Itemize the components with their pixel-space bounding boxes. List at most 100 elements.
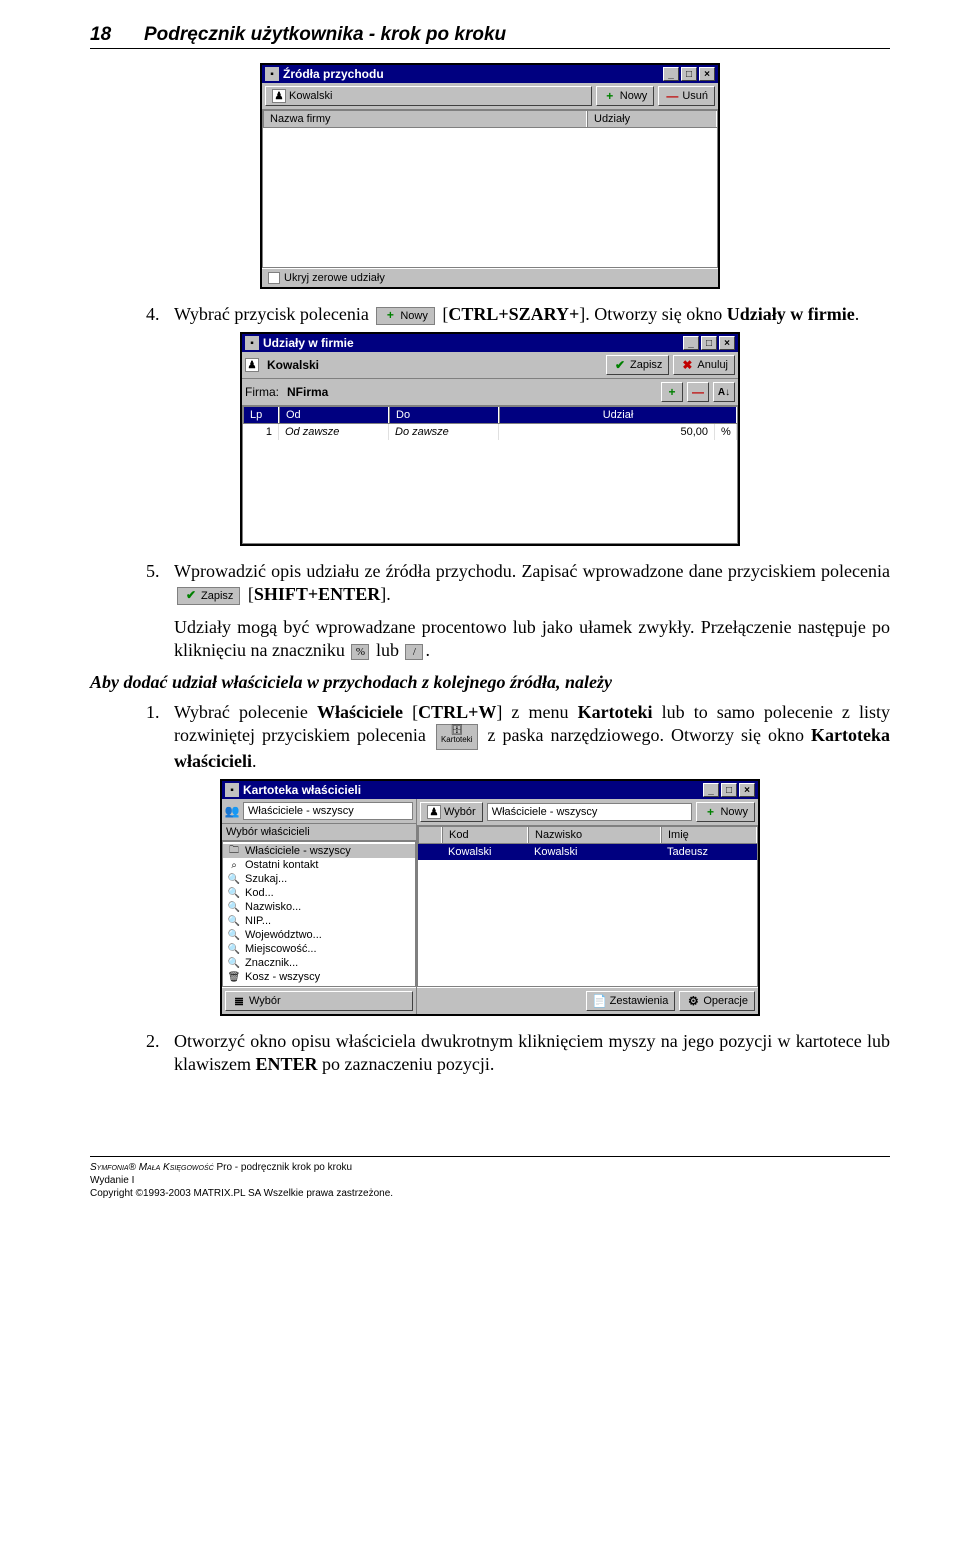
grid-body[interactable]: 1 Od zawsze Do zawsze 50,00 %: [242, 424, 738, 544]
plus-icon: +: [603, 89, 617, 103]
maximize-button[interactable]: □: [721, 783, 737, 797]
window-zrodla-przychodu: ▪ Źródła przychodu _ □ × ♟ Kowalski + No…: [260, 63, 720, 289]
search-icon: 🔍: [227, 957, 241, 969]
hide-zero-label: Ukryj zerowe udziały: [284, 272, 385, 284]
window-title: Źródła przychodu: [283, 67, 384, 81]
check-icon: ✔: [613, 358, 627, 372]
owner-selector[interactable]: ♟ Kowalski: [265, 86, 592, 106]
minus-icon: —: [692, 385, 704, 399]
right-group-field[interactable]: Właściciele - wszyscy: [487, 803, 693, 821]
header-title: Podręcznik użytkownika - krok po kroku: [144, 24, 506, 46]
search-icon: 🔍: [227, 915, 241, 927]
grid-header: Nazwa firmy Udziały: [262, 110, 718, 128]
delete-button[interactable]: — Usuń: [658, 86, 715, 106]
titlebar: ▪ Źródła przychodu _ □ ×: [262, 65, 718, 83]
wybor-button[interactable]: ≣ Wybór: [225, 991, 413, 1011]
minimize-button[interactable]: _: [683, 336, 699, 350]
tree-item[interactable]: 🔍Znacznik...: [223, 956, 415, 970]
right-new-button[interactable]: + Nowy: [696, 802, 755, 822]
col-do: Do: [389, 407, 499, 423]
percent-toggle[interactable]: %: [715, 424, 737, 440]
percent-icon: %: [351, 644, 369, 660]
col-nazwisko: Nazwisko: [528, 827, 661, 843]
step-5: 5. Wprowadzić opis udziału ze źródła prz…: [146, 560, 890, 606]
col-lp: Lp: [243, 407, 279, 423]
right-wybor-button[interactable]: ♟ Wybór: [420, 802, 483, 822]
step-4: 4. Wybrać przycisk polecenia + Nowy [CTR…: [146, 303, 890, 326]
search-icon: ⌕: [227, 859, 241, 871]
inline-new-button: + Nowy: [376, 307, 435, 325]
step-2b: 2. Otworzyć okno opisu właściciela dwukr…: [146, 1030, 890, 1076]
zestawienia-button[interactable]: 📄 Zestawienia: [586, 991, 676, 1011]
titlebar: ▪ Udziały w firmie _ □ ×: [242, 334, 738, 352]
grid-header: Lp Od Do Udział: [242, 406, 738, 424]
window-title: Kartoteka właścicieli: [243, 783, 361, 797]
col-imie: Imię: [661, 827, 757, 843]
maximize-button[interactable]: □: [701, 336, 717, 350]
tree-item[interactable]: ⌕Ostatni kontakt: [223, 858, 415, 872]
folder-icon: 🗀: [227, 845, 241, 857]
close-button[interactable]: ×: [699, 67, 715, 81]
note-block: Udziały mogą być wprowadzane procentowo …: [174, 616, 890, 662]
sort-button[interactable]: A↓: [713, 382, 735, 402]
page-footer: Symfonia® Mała Księgowość Pro - podręczn…: [90, 1156, 890, 1200]
col-blank: [418, 827, 442, 843]
operacje-button[interactable]: ⚙ Operacje: [679, 991, 755, 1011]
gear-icon: ⚙: [686, 994, 700, 1008]
trash-icon: 🗑: [227, 971, 241, 983]
search-icon: 🔍: [227, 943, 241, 955]
col-shares: Udziały: [587, 111, 717, 127]
list-icon: ≣: [232, 994, 246, 1008]
new-button[interactable]: + Nowy: [596, 86, 655, 106]
tree-item[interactable]: 🗀Właściciele - wszyscy: [223, 844, 415, 858]
firma-label: Firma:: [245, 385, 279, 399]
plus-icon: +: [703, 805, 717, 819]
owner-name: Kowalski: [263, 358, 602, 372]
maximize-button[interactable]: □: [681, 67, 697, 81]
close-button[interactable]: ×: [739, 783, 755, 797]
inline-kartoteki-button: 🗄 Kartoteki: [436, 724, 478, 750]
step-1b: 1. Wybrać polecenie Właściciele [CTRL+W]…: [146, 701, 890, 773]
window-kartoteka-wlascicieli: ▪ Kartoteka właścicieli _ □ × 👥 Właścici…: [220, 779, 760, 1016]
sort-icon: A↓: [718, 385, 730, 399]
minimize-button[interactable]: _: [703, 783, 719, 797]
table-row[interactable]: 1 Od zawsze Do zawsze 50,00 %: [243, 424, 737, 440]
hide-zero-checkbox[interactable]: [268, 272, 280, 284]
close-button[interactable]: ×: [719, 336, 735, 350]
minimize-button[interactable]: _: [663, 67, 679, 81]
tree-item[interactable]: 🗑Kosz - wszyscy: [223, 970, 415, 984]
col-od: Od: [279, 407, 389, 423]
cancel-button[interactable]: ✖ Anuluj: [673, 355, 735, 375]
list-item[interactable]: Kowalski Kowalski Tadeusz: [418, 844, 757, 860]
add-row-button[interactable]: +: [661, 382, 683, 402]
list-header: Kod Nazwisko Imię: [417, 826, 758, 844]
app-icon: ▪: [265, 67, 279, 81]
group-icon: 👥: [225, 804, 239, 818]
left-group-field[interactable]: Właściciele - wszyscy: [243, 802, 413, 820]
left-section-label: Wybór właścicieli: [222, 824, 416, 841]
tree[interactable]: 🗀Właściciele - wszyscy ⌕Ostatni kontakt …: [222, 841, 416, 987]
app-icon: ▪: [245, 336, 259, 350]
page-number: 18: [90, 24, 144, 46]
list-body[interactable]: Kowalski Kowalski Tadeusz: [417, 844, 758, 987]
col-name: Nazwa firmy: [263, 111, 587, 127]
grid-body[interactable]: [262, 128, 718, 268]
save-button[interactable]: ✔ Zapisz: [606, 355, 669, 375]
sub-heading: Aby dodać udział właściciela w przychoda…: [90, 672, 890, 693]
person-icon: ♟: [427, 805, 441, 819]
remove-row-button[interactable]: —: [687, 382, 709, 402]
report-icon: 📄: [593, 994, 607, 1008]
tree-item[interactable]: 🔍NIP...: [223, 914, 415, 928]
x-icon: ✖: [680, 358, 694, 372]
search-icon: 🔍: [227, 887, 241, 899]
tree-item[interactable]: 🔍Miejscowość...: [223, 942, 415, 956]
person-icon: ♟: [272, 89, 286, 103]
tree-item[interactable]: 🔍Kod...: [223, 886, 415, 900]
firma-value: NFirma: [283, 385, 657, 399]
owner-name: Kowalski: [289, 90, 332, 102]
app-icon: ▪: [225, 783, 239, 797]
search-icon: 🔍: [227, 873, 241, 885]
tree-item[interactable]: 🔍Nazwisko...: [223, 900, 415, 914]
tree-item[interactable]: 🔍Województwo...: [223, 928, 415, 942]
tree-item[interactable]: 🔍Szukaj...: [223, 872, 415, 886]
